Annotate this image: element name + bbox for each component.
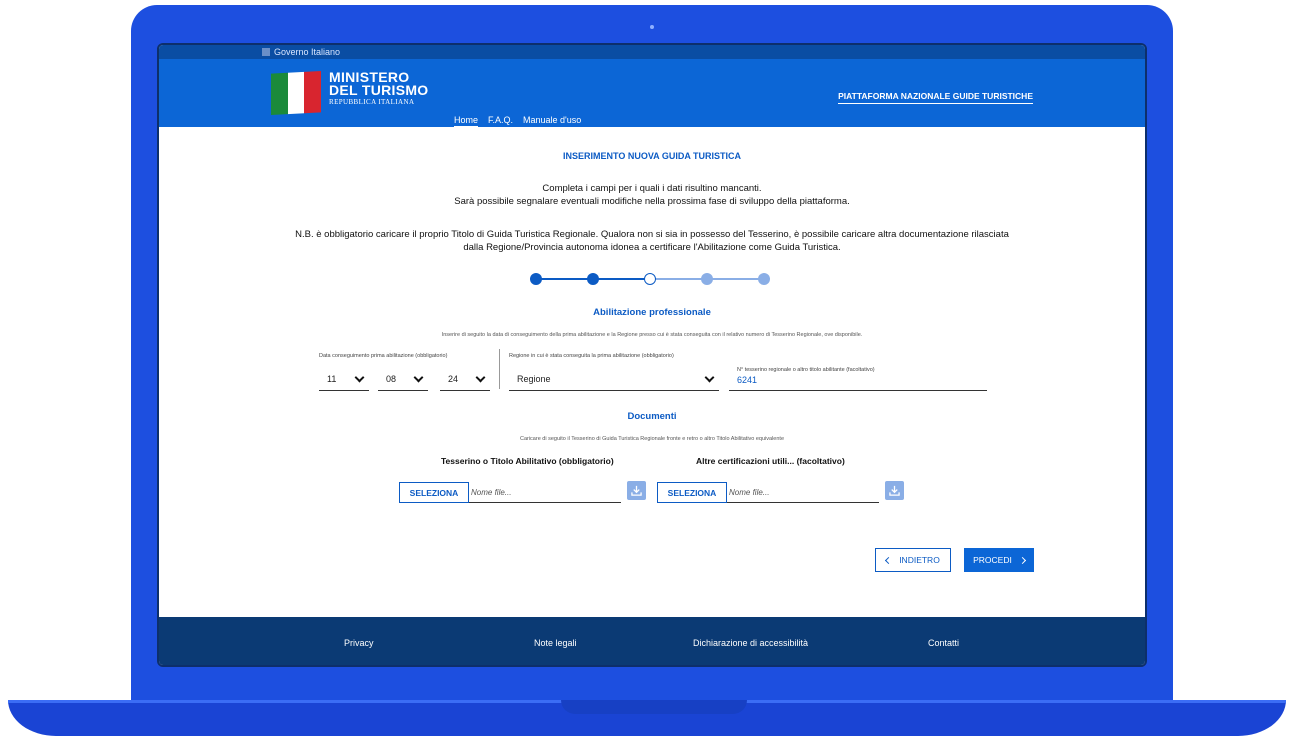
logo-line-2: DEL TURISMO [329, 82, 429, 98]
webcam [650, 25, 654, 29]
region-label: Regione in cui è stata conseguita la pri… [509, 353, 674, 359]
footer-contacts-link[interactable]: Contatti [928, 638, 959, 648]
footer-legal-link[interactable]: Note legali [534, 638, 577, 648]
note-text: N.B. è obbligatorio caricare il proprio … [159, 228, 1145, 254]
month-select[interactable]: 08 [378, 371, 428, 391]
next-button[interactable]: PROCEDI [964, 548, 1034, 572]
chevron-down-icon [704, 372, 715, 382]
day-value: 11 [327, 374, 337, 384]
site-header: MINISTERO DEL TURISMO REPUBBLICA ITALIAN… [159, 59, 1145, 127]
month-value: 08 [386, 374, 397, 384]
intro-text: Completa i campi per i quali i dati risu… [159, 182, 1145, 208]
year-value: 24 [448, 374, 459, 384]
abilitazione-title: Abilitazione professionale [593, 307, 711, 318]
government-icon [262, 48, 270, 56]
note-line-2: dalla Regione/Provincia autonoma idonea … [463, 242, 841, 253]
page-title: INSERIMENTO NUOVA GUIDA TURISTICA [562, 151, 741, 161]
back-label: INDIETRO [899, 555, 940, 565]
documenti-title: Documenti [627, 411, 677, 422]
upload-1-select-button[interactable]: SELEZIONA [399, 482, 469, 503]
step-2-dot [587, 273, 599, 285]
note-line-1: N.B. è obbligatorio caricare il proprio … [295, 229, 1009, 240]
chevron-left-icon [885, 556, 893, 564]
abilitazione-subtitle: Inserire di seguito la data di conseguim… [441, 332, 863, 338]
logo-line-3: REPUBBLICA ITALIANA [329, 98, 415, 106]
step-4-dot [701, 273, 713, 285]
year-select[interactable]: 24 [440, 371, 490, 391]
footer-privacy-link[interactable]: Privacy [344, 638, 374, 648]
upload-1-file-input[interactable]: Nome file... [469, 482, 621, 503]
field-divider [499, 349, 500, 389]
intro-line-1: Completa i campi per i quali i dati risu… [542, 183, 762, 194]
chevron-down-icon [475, 372, 486, 382]
tesserino-input[interactable]: 6241 [729, 373, 987, 391]
next-label: PROCEDI [973, 555, 1012, 565]
ministry-logo[interactable]: MINISTERO DEL TURISMO REPUBBLICA ITALIAN… [271, 70, 429, 115]
back-button[interactable]: INDIETRO [875, 548, 951, 572]
upload-2-download-button[interactable] [885, 481, 904, 500]
footer-accessibility-link[interactable]: Dichiarazione di accessibilità [693, 638, 808, 648]
download-icon [631, 485, 642, 496]
screen: Governo Italiano MINISTERO DEL TURISMO R… [157, 43, 1147, 667]
tesserino-value: 6241 [737, 375, 758, 385]
documenti-subtitle: Caricare di seguito il Tesserino di Guid… [519, 436, 785, 442]
upload-1-download-button[interactable] [627, 481, 646, 500]
main-content: INSERIMENTO NUOVA GUIDA TURISTICA Comple… [159, 127, 1145, 617]
upload-2-select-button[interactable]: SELEZIONA [657, 482, 727, 503]
progress-stepper [159, 273, 1145, 285]
platform-title[interactable]: PIATTAFORMA NAZIONALE GUIDE TURISTICHE [838, 91, 1033, 104]
upload-2-file-input[interactable]: Nome file... [727, 482, 879, 503]
chevron-down-icon [354, 372, 365, 382]
step-1-dot [530, 273, 542, 285]
site-footer: Privacy Note legali Dichiarazione di acc… [159, 617, 1145, 665]
upload-1-label: Tesserino o Titolo Abilitativo (obbligat… [441, 456, 614, 466]
logo-text: MINISTERO DEL TURISMO REPUBBLICA ITALIAN… [329, 70, 429, 115]
chevron-down-icon [413, 372, 424, 382]
laptop-notch [561, 700, 747, 714]
intro-line-2: Sarà possibile segnalare eventuali modif… [454, 196, 850, 207]
italian-flag-icon [271, 71, 321, 115]
main-nav: Home F.A.Q. Manuale d'uso [454, 115, 581, 127]
day-select[interactable]: 11 [319, 371, 369, 391]
date-label: Data conseguimento prima abilitazione (o… [319, 353, 448, 359]
laptop-base [8, 700, 1286, 736]
nav-home[interactable]: Home [454, 115, 479, 127]
government-label[interactable]: Governo Italiano [274, 46, 340, 58]
download-icon [889, 485, 900, 496]
nav-manual[interactable]: Manuale d'uso [523, 115, 581, 127]
region-select[interactable]: Regione [509, 371, 719, 391]
upload-2-label: Altre certificazioni utili... (facoltati… [696, 456, 845, 466]
chevron-right-icon [1018, 556, 1026, 564]
nav-faq[interactable]: F.A.Q. [488, 115, 513, 127]
region-value: Regione [517, 374, 551, 384]
government-bar: Governo Italiano [159, 45, 1145, 59]
step-3-dot [644, 273, 656, 285]
step-5-dot [758, 273, 770, 285]
